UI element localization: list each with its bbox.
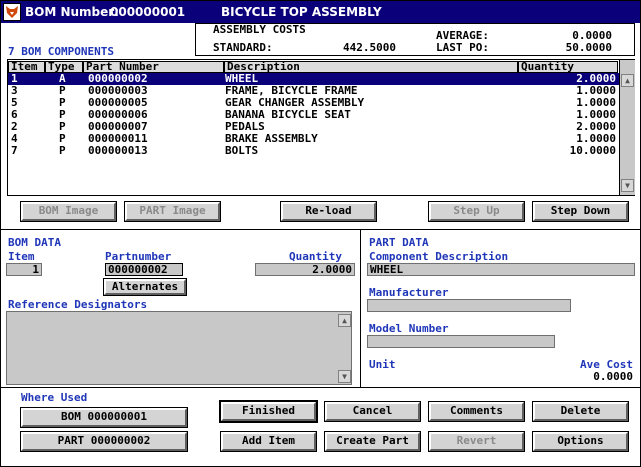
title-bar: BOM Number: 000000001 BICYCLE TOP ASSEMB… <box>1 1 640 23</box>
reference-designators-label: Reference Designators <box>8 298 148 311</box>
finished-button[interactable]: Finished <box>219 400 318 423</box>
fox-app-icon[interactable] <box>3 3 21 21</box>
bom-number-label: BOM Number: <box>25 5 120 19</box>
last-po-label: LAST PO: <box>436 41 489 54</box>
manufacturer-field[interactable] <box>367 299 571 312</box>
cell-type: P <box>59 144 66 157</box>
item-field[interactable]: 1 <box>6 263 42 276</box>
assembly-name: BICYCLE TOP ASSEMBLY <box>221 5 382 19</box>
ave-cost-value: 0.0000 <box>593 370 633 383</box>
standard-value: 442.5000 <box>343 41 396 54</box>
divider-bottom <box>1 387 640 388</box>
assembly-costs-panel: ASSEMBLY COSTS AVERAGE: 0.0000 STANDARD:… <box>195 23 635 56</box>
item-label: Item <box>8 250 35 263</box>
bom-components-grid[interactable]: Item Type Part Number Description Quanti… <box>7 59 635 196</box>
arrow-up-icon[interactable]: ▲ <box>338 314 351 327</box>
options-button[interactable]: Options <box>532 431 629 452</box>
comments-button[interactable]: Comments <box>428 401 525 422</box>
cell-description: BOLTS <box>225 144 259 157</box>
grid-scrollbar[interactable]: ▲ ▼ <box>619 60 635 195</box>
divider-top <box>1 229 640 230</box>
alternates-button[interactable]: Alternates <box>103 278 187 296</box>
bom-window: BOM Number: 000000001 BICYCLE TOP ASSEMB… <box>0 0 641 467</box>
arrow-down-icon[interactable]: ▼ <box>338 370 351 383</box>
part-image-button[interactable]: PART Image <box>124 201 221 222</box>
step-down-button[interactable]: Step Down <box>532 201 629 222</box>
divider-vertical <box>360 229 361 387</box>
cell-part-number: 000000013 <box>88 144 148 157</box>
standard-label: STANDARD: <box>213 41 273 54</box>
cell-quantity: 10.0000 <box>569 144 616 157</box>
arrow-down-icon[interactable]: ▼ <box>621 179 634 192</box>
partnumber-label: Partnumber <box>105 250 172 263</box>
where-used-label: Where Used <box>21 391 88 404</box>
reference-designators-field[interactable]: ▲ ▼ <box>6 311 352 385</box>
step-up-button[interactable]: Step Up <box>428 201 525 222</box>
arrow-up-icon[interactable]: ▲ <box>621 74 634 87</box>
model-number-field[interactable] <box>367 335 555 348</box>
revert-button[interactable]: Revert <box>428 431 525 452</box>
partnumber-field[interactable]: 000000002 <box>105 263 183 276</box>
part-data-heading: PART DATA <box>369 236 429 249</box>
unit-label: Unit <box>369 358 396 371</box>
manufacturer-label: Manufacturer <box>369 286 449 299</box>
quantity-field[interactable]: 2.0000 <box>255 263 355 276</box>
quantity-label: Quantity <box>289 250 342 263</box>
model-number-label: Model Number <box>369 322 449 335</box>
where-used-part-button[interactable]: PART 000000002 <box>20 431 188 452</box>
add-item-button[interactable]: Add Item <box>220 431 317 452</box>
component-description-label: Component Description <box>369 250 509 263</box>
component-description-field[interactable]: WHEEL <box>367 263 635 276</box>
last-po-value: 50.0000 <box>565 41 612 54</box>
table-row[interactable]: 7 P 000000013 BOLTS 10.0000 <box>8 145 620 157</box>
where-used-bom-button[interactable]: BOM 000000001 <box>20 407 188 428</box>
bom-number-value: 000000001 <box>110 5 186 19</box>
cell-item: 7 <box>11 144 18 157</box>
bom-components-count: 7 BOM COMPONENTS <box>8 45 114 58</box>
assembly-costs-header: ASSEMBLY COSTS <box>213 23 306 36</box>
delete-button[interactable]: Delete <box>532 401 629 422</box>
bom-data-heading: BOM DATA <box>8 236 61 249</box>
cancel-button[interactable]: Cancel <box>324 401 421 422</box>
create-part-button[interactable]: Create Part <box>324 431 421 452</box>
bom-image-button[interactable]: BOM Image <box>20 201 117 222</box>
reload-button[interactable]: Re-load <box>280 201 377 222</box>
col-header-description[interactable]: Description <box>224 61 518 73</box>
